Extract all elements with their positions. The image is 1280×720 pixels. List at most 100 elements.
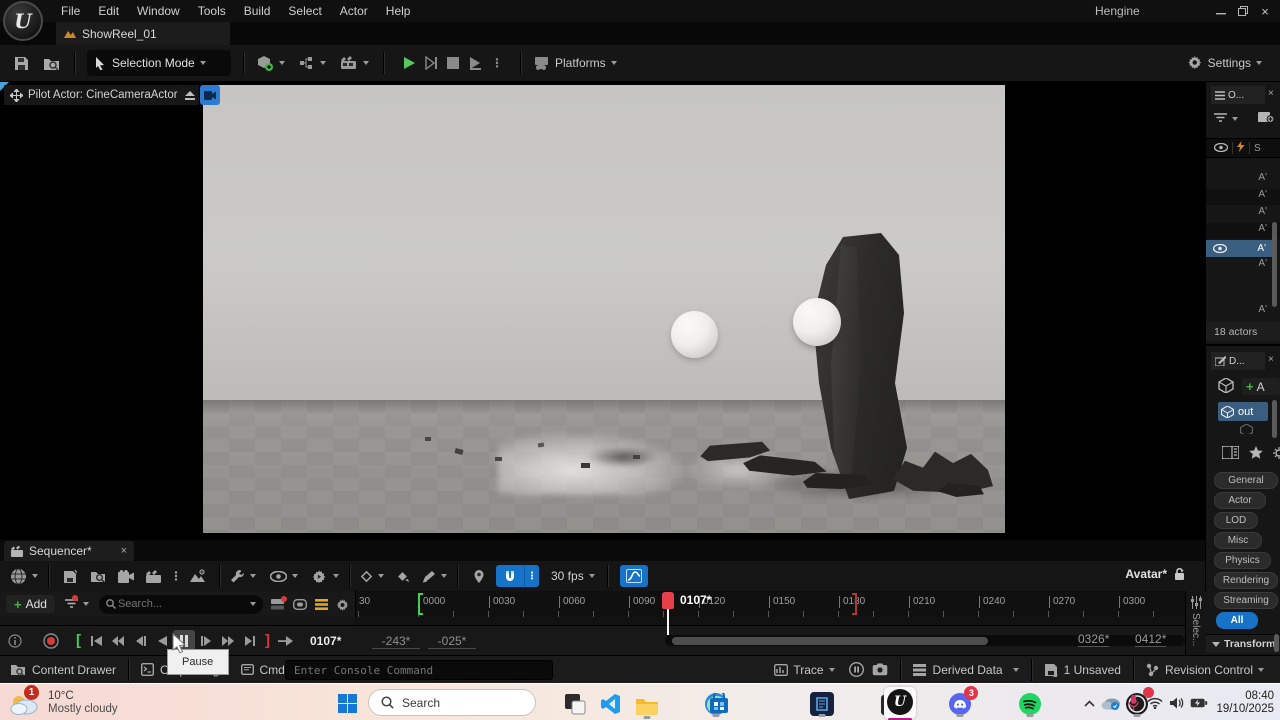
details-scrollbar[interactable] xyxy=(1272,400,1277,438)
world-dropdown[interactable] xyxy=(10,568,38,585)
unsaved-button[interactable]: 1 Unsaved xyxy=(1044,663,1121,677)
sequencer-search-input[interactable] xyxy=(115,597,245,611)
taskbar-app-docs[interactable] xyxy=(807,689,837,719)
flash-column-icon[interactable] xyxy=(1237,141,1245,155)
blueprint-dropdown[interactable] xyxy=(299,56,326,70)
sequencer-tab[interactable]: Sequencer* × xyxy=(4,541,134,561)
taskbar-app-spotify[interactable] xyxy=(1015,689,1045,719)
timeline-scroll-thumb[interactable] xyxy=(672,636,988,645)
derived-data-dropdown[interactable]: Derived Data xyxy=(912,663,1019,677)
camera-view-button[interactable] xyxy=(200,85,220,105)
thumbnail-toggle-icon[interactable] xyxy=(270,596,287,610)
details-chip-streaming[interactable]: Streaming xyxy=(1214,592,1278,609)
taskbar-app-desktops[interactable] xyxy=(560,689,590,719)
bracket-out-icon[interactable]: ] xyxy=(265,632,270,649)
frame-advance-button[interactable] xyxy=(420,52,442,74)
play-button[interactable] xyxy=(398,52,420,74)
keyframe-options-dropdown[interactable] xyxy=(360,570,384,583)
sequencer-save-button[interactable] xyxy=(59,565,81,587)
step-back-button[interactable] xyxy=(129,630,151,652)
outliner-row[interactable]: A' xyxy=(1206,258,1280,274)
outliner-row[interactable]: A' xyxy=(1206,223,1280,239)
menu-build[interactable]: Build xyxy=(235,0,280,22)
screenshot-icon[interactable] xyxy=(872,663,888,676)
track-settings-gear-icon[interactable] xyxy=(336,598,349,611)
details-chip-general[interactable]: General xyxy=(1214,472,1278,489)
sequencer-tab-close-icon[interactable]: × xyxy=(121,545,127,557)
outliner-scrollbar[interactable] xyxy=(1272,222,1277,307)
label-column-header[interactable]: S xyxy=(1254,143,1261,154)
menu-window[interactable]: Window xyxy=(128,0,189,22)
snap-options-kebab-icon[interactable]: ⋮ xyxy=(524,565,539,587)
trace-dropdown[interactable]: Trace xyxy=(774,663,835,677)
curve-editor-button[interactable] xyxy=(619,565,648,587)
wifi-icon[interactable] xyxy=(1144,691,1166,715)
working-range-end-1[interactable]: 0326* xyxy=(1078,632,1110,647)
details-close-icon[interactable]: × xyxy=(1268,354,1274,365)
edit-mode-dropdown[interactable] xyxy=(422,570,447,583)
current-frame-display[interactable]: 0107* xyxy=(310,634,341,648)
details-scrollbar-2[interactable] xyxy=(1274,634,1279,652)
mask-toggle-icon[interactable] xyxy=(292,598,307,610)
outliner-row-selected[interactable]: A' xyxy=(1206,240,1274,257)
outliner-close-icon[interactable]: × xyxy=(1268,88,1274,99)
details-chip-misc[interactable]: Misc xyxy=(1214,532,1262,549)
details-chip-actor[interactable]: Actor xyxy=(1214,492,1266,509)
console-command-input[interactable] xyxy=(285,660,553,680)
outliner-row[interactable]: A' xyxy=(1206,172,1280,188)
outliner-row[interactable]: A' xyxy=(1206,206,1280,222)
settings-dropdown[interactable]: Settings xyxy=(1187,55,1262,70)
eye-column-icon[interactable] xyxy=(1213,141,1229,155)
launch-button[interactable] xyxy=(464,52,486,74)
details-chip-all[interactable]: All xyxy=(1216,612,1258,629)
sequencer-add-button[interactable]: + Add xyxy=(6,595,55,613)
weather-widget[interactable]: 1 10°C Mostly cloudy xyxy=(8,684,118,719)
playback-options-dropdown[interactable] xyxy=(312,569,339,583)
pin-icon[interactable] xyxy=(468,565,490,587)
details-add-button[interactable]: + A xyxy=(1242,378,1280,395)
playhead-marker[interactable] xyxy=(662,592,674,609)
minimize-button[interactable] xyxy=(1210,0,1232,22)
cinematics-dropdown[interactable] xyxy=(340,56,369,70)
menu-edit[interactable]: Edit xyxy=(89,0,128,22)
fps-dropdown[interactable]: 30 fps xyxy=(551,569,595,583)
outliner-row[interactable]: A' xyxy=(1206,189,1280,205)
sequencer-search-box[interactable] xyxy=(98,594,263,614)
menu-select[interactable]: Select xyxy=(279,0,330,22)
eject-pilot-button[interactable] xyxy=(180,85,199,105)
view-range-mid-field[interactable]: -025* xyxy=(428,634,476,649)
taskbar-app-explorer[interactable] xyxy=(632,691,662,720)
eye-icon[interactable] xyxy=(1212,242,1228,256)
lock-icon[interactable] xyxy=(1174,568,1185,580)
autokey-button[interactable] xyxy=(392,565,414,587)
playback-start-bracket[interactable] xyxy=(418,593,423,615)
close-button[interactable]: × xyxy=(1254,0,1276,22)
battery-icon[interactable] xyxy=(1188,691,1210,715)
clock-widget[interactable]: 08:40 19/10/2025 xyxy=(1216,690,1274,716)
to-front-button[interactable] xyxy=(85,630,107,652)
settings-small-icon[interactable] xyxy=(1273,446,1280,462)
outliner-row[interactable]: A' xyxy=(1206,304,1280,320)
star-icon[interactable] xyxy=(1249,446,1263,462)
viewport[interactable]: Pilot Actor: CineCameraActor xyxy=(0,82,1205,540)
info-icon[interactable] xyxy=(4,630,26,652)
stop-button[interactable] xyxy=(442,52,464,74)
details-item-selected[interactable]: out xyxy=(1218,402,1268,421)
working-range-end-2[interactable]: 0412* xyxy=(1135,632,1167,647)
to-end-button[interactable] xyxy=(239,630,261,652)
outliner-filter-icon[interactable] xyxy=(1214,112,1227,126)
save-button[interactable] xyxy=(10,52,32,74)
platforms-dropdown[interactable]: Platforms xyxy=(533,56,617,71)
taskbar-app-unreal-active[interactable]: U xyxy=(884,687,916,720)
jump-button[interactable] xyxy=(274,630,296,652)
play-options-kebab-icon[interactable]: ⋮ xyxy=(486,52,508,74)
view-range-start-field[interactable]: -243* xyxy=(372,634,420,649)
details-tab[interactable]: D... xyxy=(1211,352,1265,370)
selection-vertical-label[interactable]: Selec... xyxy=(1190,613,1201,646)
menu-actor[interactable]: Actor xyxy=(331,0,377,22)
insights-pause-icon[interactable] xyxy=(848,662,864,677)
transform-section-header[interactable]: Transform xyxy=(1206,634,1280,653)
menu-help[interactable]: Help xyxy=(377,0,420,22)
volume-icon[interactable] xyxy=(1166,691,1188,715)
onedrive-icon[interactable] xyxy=(1100,691,1122,715)
